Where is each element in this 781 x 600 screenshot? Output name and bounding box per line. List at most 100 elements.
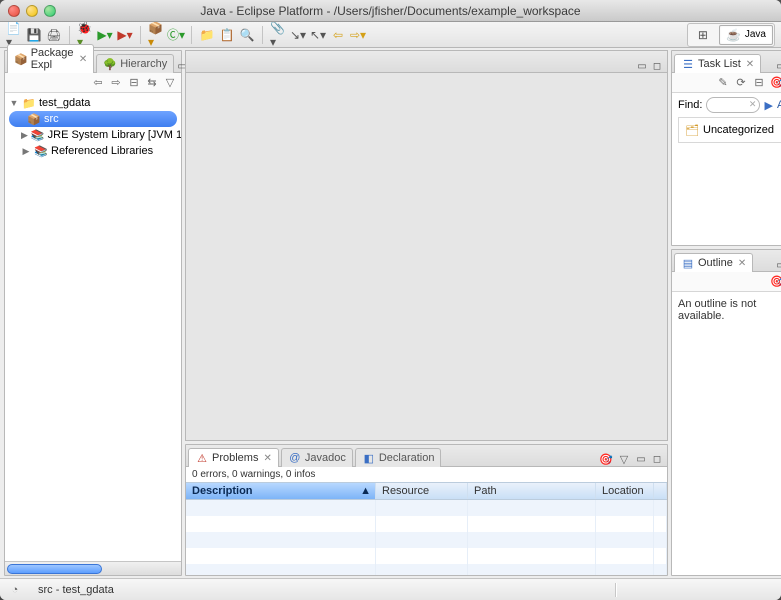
close-icon[interactable]: ✕ (79, 54, 87, 65)
expand-arrow-icon[interactable]: ▶ (21, 146, 31, 157)
save-icon[interactable]: 💾 (26, 27, 42, 43)
minimize-view-icon[interactable]: ▭ (635, 453, 647, 465)
editor-tabbar: ▭ ◻ (186, 51, 667, 73)
col-resource[interactable]: Resource (376, 483, 468, 499)
focus-task-icon[interactable]: 🎯 (770, 275, 781, 289)
open-perspective-button[interactable]: ⊞ (689, 26, 717, 44)
problems-summary: 0 errors, 0 warnings, 0 infos (186, 467, 667, 482)
run-ext-icon[interactable]: ▶▾ (117, 27, 133, 43)
right-column: ☰ Task List ✕ ▭ ◻ ✎ ⟳ ⊟ 🎯 ▽ (671, 50, 781, 576)
back-nav-icon[interactable]: ⇦ (91, 76, 105, 90)
forward-nav-icon[interactable]: ⇨ (109, 76, 123, 90)
java-perspective-label: Java (745, 29, 766, 40)
minimize-view-icon[interactable]: ▭ (775, 60, 781, 72)
declaration-tab-label: Declaration (379, 452, 435, 464)
javadoc-tab[interactable]: @ Javadoc (281, 448, 353, 467)
search-icon[interactable]: 🔍 (239, 27, 255, 43)
open-task-icon[interactable]: 📋 (219, 27, 235, 43)
col-path[interactable]: Path (468, 483, 596, 499)
outline-tab[interactable]: ▤ Outline ✕ (674, 253, 753, 272)
hierarchy-tab[interactable]: 🌳 Hierarchy (96, 54, 174, 73)
problems-table-body[interactable] (186, 500, 667, 575)
minimize-view-icon[interactable]: ▭ (775, 259, 781, 271)
source-folder-icon: 📦 (27, 112, 41, 126)
scrollbar-thumb[interactable] (7, 564, 102, 574)
focus-icon[interactable]: 🎯 (770, 76, 781, 90)
view-menu-icon[interactable]: ▽ (163, 76, 177, 90)
col-resource-label: Resource (382, 485, 429, 497)
tree-reflib-row[interactable]: ▶ 📚 Referenced Libraries (5, 143, 181, 159)
minimize-view-icon[interactable]: ▭ (636, 60, 648, 72)
minimize-icon[interactable] (26, 5, 38, 17)
new-class-icon[interactable]: Ⓒ▾ (168, 27, 184, 43)
java-perspective-button[interactable]: ☕ Java (719, 25, 773, 45)
outline-empty-text: An outline is not available. (678, 298, 756, 322)
col-extra[interactable] (654, 483, 667, 499)
java-perspective-icon: ☕ (726, 27, 742, 43)
next-annotation-icon[interactable]: ↘▾ (290, 27, 306, 43)
project-tree[interactable]: ▼ 📁 test_gdata 📦 src ▶ 📚 JRE System Libr… (5, 93, 181, 561)
outline-icon: ▤ (681, 256, 695, 270)
collapse-all-icon[interactable]: ⊟ (127, 76, 141, 90)
sync-icon[interactable]: ⟳ (734, 76, 748, 90)
maximize-view-icon[interactable]: ◻ (651, 453, 663, 465)
table-row[interactable] (186, 548, 667, 564)
tree-jre-row[interactable]: ▶ 📚 JRE System Library [JVM 1.5.0 (M (5, 127, 181, 143)
status-separator (615, 583, 617, 597)
expand-arrow-icon[interactable]: ▼ (9, 98, 19, 108)
close-icon[interactable]: ✕ (738, 258, 746, 269)
all-label[interactable]: All (777, 99, 781, 111)
col-description[interactable]: Description ▲ (186, 483, 376, 499)
col-location[interactable]: Location (596, 483, 654, 499)
close-icon[interactable]: ✕ (746, 59, 754, 70)
package-explorer-tab[interactable]: 📦 Package Expl ✕ (7, 44, 94, 73)
find-input[interactable] (706, 97, 760, 113)
back-icon[interactable]: ⇦ (330, 27, 346, 43)
table-row[interactable] (186, 532, 667, 548)
new-package-icon[interactable]: 📦▾ (148, 27, 164, 43)
uncategorized-item[interactable]: 🗂 Uncategorized (682, 121, 781, 139)
declaration-tab[interactable]: ◧ Declaration (355, 448, 442, 467)
collapse-all-icon[interactable]: ⊟ (752, 76, 766, 90)
zoom-icon[interactable] (44, 5, 56, 17)
sort-asc-icon: ▲ (360, 485, 371, 497)
close-icon[interactable] (8, 5, 20, 17)
problems-tab[interactable]: ⚠ Problems ✕ (188, 448, 279, 467)
new-task-icon[interactable]: ✎ (716, 76, 730, 90)
expand-arrow-icon[interactable]: ▶ (21, 130, 28, 141)
editor-area[interactable]: ▭ ◻ (185, 50, 668, 441)
print-icon[interactable]: 🖨 (46, 27, 62, 43)
view-controls: ▭ ◻ (775, 60, 781, 72)
maximize-view-icon[interactable]: ◻ (651, 60, 663, 72)
focus-task-icon[interactable]: 🎯 (599, 452, 613, 466)
category-icon: 🗂 (685, 123, 699, 137)
problems-icon: ⚠ (195, 451, 209, 465)
task-tree[interactable]: 🗂 Uncategorized (678, 117, 781, 143)
table-row[interactable] (186, 500, 667, 516)
table-row[interactable] (186, 564, 667, 575)
find-row: Find: ▶ All ▸ (678, 97, 781, 113)
toggle-mark-icon[interactable]: 📎▾ (270, 27, 286, 43)
close-icon[interactable]: ✕ (263, 453, 271, 464)
task-list-tab[interactable]: ☰ Task List ✕ (674, 54, 761, 73)
activate-icon[interactable]: ▶ (764, 98, 772, 112)
status-marker-icon[interactable]: ◔ (8, 583, 22, 597)
forward-icon[interactable]: ⇨▾ (350, 27, 366, 43)
new-icon[interactable]: 📄▾ (6, 27, 22, 43)
uncategorized-label: Uncategorized (703, 124, 774, 136)
declaration-icon: ◧ (362, 451, 376, 465)
titlebar[interactable]: Java - Eclipse Platform - /Users/jfisher… (0, 0, 781, 22)
col-description-label: Description (192, 485, 253, 497)
tree-project-row[interactable]: ▼ 📁 test_gdata (5, 95, 181, 111)
prev-annotation-icon[interactable]: ↖▾ (310, 27, 326, 43)
outline-view: ▤ Outline ✕ ▭ ◻ 🎯 ▽ An outline is not av… (671, 249, 781, 576)
view-menu-icon[interactable]: ▽ (617, 452, 631, 466)
link-editor-icon[interactable]: ⇆ (145, 76, 159, 90)
open-type-icon[interactable]: 📁 (199, 27, 215, 43)
table-row[interactable] (186, 516, 667, 532)
horizontal-scrollbar[interactable] (5, 561, 181, 575)
tree-src-row[interactable]: 📦 src (9, 111, 177, 127)
debug-icon[interactable]: 🐞▾ (77, 27, 93, 43)
run-icon[interactable]: ▶▾ (97, 27, 113, 43)
editor-body[interactable] (186, 73, 667, 440)
